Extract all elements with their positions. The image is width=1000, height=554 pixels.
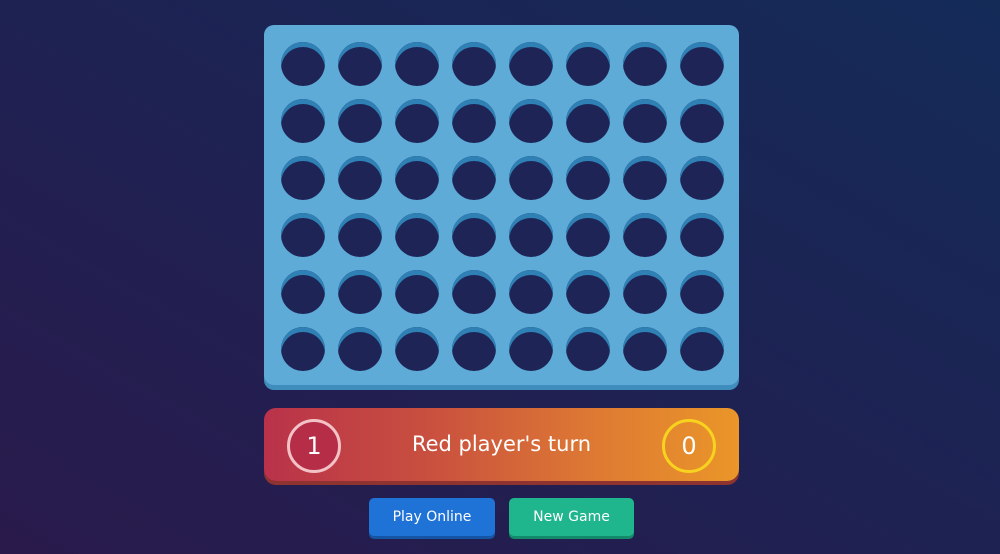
board-hole[interactable]: [281, 99, 325, 143]
board-hole[interactable]: [452, 270, 496, 314]
board-hole[interactable]: [338, 327, 382, 371]
game-board: [264, 25, 739, 385]
board-hole[interactable]: [680, 156, 724, 200]
board-hole[interactable]: [623, 327, 667, 371]
board-hole[interactable]: [281, 42, 325, 86]
board-hole[interactable]: [680, 99, 724, 143]
board-hole[interactable]: [395, 270, 439, 314]
board-hole[interactable]: [509, 270, 553, 314]
board-hole[interactable]: [509, 327, 553, 371]
board-hole[interactable]: [338, 42, 382, 86]
board-hole[interactable]: [623, 99, 667, 143]
board-hole[interactable]: [395, 42, 439, 86]
board-hole[interactable]: [509, 156, 553, 200]
play-online-button[interactable]: Play Online: [369, 498, 495, 536]
board-hole[interactable]: [566, 99, 610, 143]
board-hole[interactable]: [509, 42, 553, 86]
board-hole[interactable]: [338, 156, 382, 200]
board-hole[interactable]: [281, 327, 325, 371]
board-hole[interactable]: [395, 99, 439, 143]
board-hole[interactable]: [338, 99, 382, 143]
board-hole[interactable]: [566, 270, 610, 314]
board-hole[interactable]: [623, 156, 667, 200]
board-hole[interactable]: [566, 213, 610, 257]
board-hole[interactable]: [509, 99, 553, 143]
board-hole[interactable]: [395, 156, 439, 200]
board-hole[interactable]: [680, 270, 724, 314]
board-hole[interactable]: [281, 270, 325, 314]
board-hole[interactable]: [395, 213, 439, 257]
board-hole[interactable]: [338, 270, 382, 314]
board-hole[interactable]: [395, 327, 439, 371]
board-hole[interactable]: [623, 270, 667, 314]
board-grid: [281, 42, 724, 371]
board-hole[interactable]: [452, 99, 496, 143]
board-hole[interactable]: [680, 42, 724, 86]
board-hole[interactable]: [566, 327, 610, 371]
board-hole[interactable]: [452, 156, 496, 200]
board-hole[interactable]: [566, 42, 610, 86]
board-hole[interactable]: [623, 42, 667, 86]
board-hole[interactable]: [680, 327, 724, 371]
status-bar: 1 Red player's turn 0: [264, 408, 739, 481]
board-hole[interactable]: [452, 327, 496, 371]
board-hole[interactable]: [509, 213, 553, 257]
board-hole[interactable]: [452, 42, 496, 86]
board-hole[interactable]: [566, 156, 610, 200]
board-hole[interactable]: [623, 213, 667, 257]
new-game-button[interactable]: New Game: [509, 498, 634, 536]
board-hole[interactable]: [281, 156, 325, 200]
board-hole[interactable]: [680, 213, 724, 257]
board-hole[interactable]: [281, 213, 325, 257]
board-hole[interactable]: [452, 213, 496, 257]
board-hole[interactable]: [338, 213, 382, 257]
yellow-player-score: 0: [662, 419, 716, 473]
